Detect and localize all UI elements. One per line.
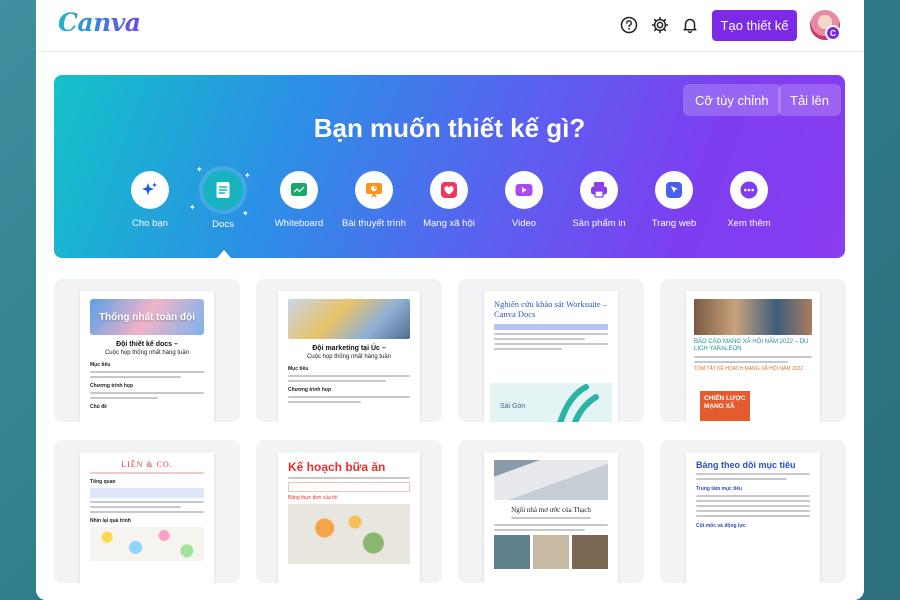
template-illustration: Sài Gòn — [490, 383, 612, 422]
template-section: Chương trình họp — [90, 383, 133, 389]
printer-icon — [580, 171, 618, 209]
docs-icon — [203, 170, 243, 210]
presentation-icon — [355, 171, 393, 209]
template-footer-text: Sài Gòn — [500, 403, 526, 410]
template-banner-title: Thống nhất toàn đội — [98, 311, 196, 323]
template-subtitle: Cuộc họp thống nhất hàng tuần — [306, 354, 392, 360]
template-subtitle: TÓM TẮT KẾ HOẠCH MẠNG XÃ HỘI NĂM 2022 — [694, 366, 804, 372]
category-video[interactable]: Video — [486, 171, 562, 231]
template-card[interactable]: BÁO CÁO MẠNG XÃ HỘI NĂM 2022 – DU LỊCH Y… — [660, 279, 846, 422]
notifications-bell-icon[interactable] — [679, 14, 701, 36]
template-preview: Nghiên cứu khảo sát Worksuite – Canva Do… — [484, 291, 618, 422]
template-heading: BÁO CÁO MẠNG XÃ HỘI NĂM 2022 – DU LỊCH Y… — [694, 339, 809, 352]
category-see-more[interactable]: Xem thêm — [711, 171, 787, 231]
template-section: Tổng quan — [90, 479, 116, 485]
hero-title: Bạn muốn thiết kế gì? — [313, 113, 586, 143]
goal-table — [696, 495, 810, 517]
category-label: Video — [511, 218, 537, 229]
category-presentation[interactable]: Bài thuyết trình — [336, 171, 412, 231]
help-icon[interactable] — [618, 14, 640, 36]
template-section: Mục tiêu — [90, 362, 111, 368]
category-website[interactable]: Trang web — [636, 171, 712, 231]
video-icon — [505, 171, 543, 209]
template-preview: Bảng theo dõi mục tiêu Trung tâm mục tiê… — [686, 452, 820, 583]
active-category-caret — [217, 250, 231, 258]
category-label: Docs — [212, 219, 234, 230]
category-for-you[interactable]: Cho bạn — [112, 171, 188, 231]
template-heading: Ngôi nhà mơ ước của Thạch — [511, 506, 591, 514]
template-section: Mục tiêu — [288, 366, 309, 372]
template-preview: Thống nhất toàn đội Đội thiết kế docs – … — [80, 291, 214, 422]
template-subtitle: Cuộc họp thống nhất hàng tuần — [104, 350, 190, 356]
category-label: Trang web — [651, 218, 697, 229]
template-section: Chủ đề — [90, 404, 107, 410]
photo-grid — [494, 535, 608, 569]
template-preview: Đội marketing tại Úc – Cuộc họp thống nh… — [278, 291, 420, 422]
template-heading: Kế hoạch bữa ăn — [288, 460, 386, 474]
food-photo — [288, 504, 410, 564]
template-heading: LIÊN & CO. — [121, 460, 173, 469]
template-preview: Kế hoạch bữa ăn Bảng thực đơn của tôi — [278, 452, 420, 583]
house-photo — [494, 460, 608, 500]
template-preview: BÁO CÁO MẠNG XÃ HỘI NĂM 2022 – DU LỊCH Y… — [686, 291, 820, 422]
category-label: Whiteboard — [274, 218, 324, 229]
canva-window: Canva Tạo thiết kế C Cỡ tùy chỉnh Tải lê… — [36, 0, 864, 600]
template-section: Bảng thực đơn của tôi — [288, 495, 338, 501]
template-card[interactable]: Thống nhất toàn đội Đội thiết kế docs – … — [54, 279, 240, 422]
template-preview: Ngôi nhà mơ ước của Thạch — [484, 452, 618, 583]
template-card[interactable]: Đội marketing tại Úc – Cuộc họp thống nh… — [256, 279, 442, 422]
cursor-icon — [655, 171, 693, 209]
top-header: Canva Tạo thiết kế C — [36, 0, 864, 52]
template-heading: Đội thiết kế docs – — [116, 341, 178, 348]
template-section: Nhìn lại quá trình — [90, 518, 131, 524]
template-card[interactable]: Ngôi nhà mơ ước của Thạch — [458, 440, 644, 583]
whiteboard-icon — [280, 171, 318, 209]
settings-gear-icon[interactable] — [649, 14, 671, 36]
team-photo — [288, 299, 410, 339]
template-card[interactable]: Nghiên cứu khảo sát Worksuite – Canva Do… — [458, 279, 644, 422]
category-label: Cho bạn — [132, 218, 168, 229]
upload-button[interactable]: Tải lên — [778, 84, 842, 116]
heart-icon — [430, 171, 468, 209]
template-section: Cột mốc và động lực — [696, 523, 746, 529]
category-whiteboard[interactable]: Whiteboard — [261, 171, 337, 231]
template-card[interactable]: LIÊN & CO. Tổng quan Nhìn lại quá trình — [54, 440, 240, 583]
category-label: Sản phẩm in — [572, 218, 626, 229]
template-heading: Nghiên cứu khảo sát Worksuite – Canva Do… — [494, 299, 608, 319]
sticky-notes-board — [90, 527, 204, 561]
custom-size-button[interactable]: Cỡ tùy chỉnh — [683, 84, 781, 116]
create-design-button[interactable]: Tạo thiết kế — [712, 10, 797, 41]
template-card[interactable]: Bảng theo dõi mục tiêu Trung tâm mục tiê… — [660, 440, 846, 583]
template-section: Trung tâm mục tiêu — [696, 486, 743, 492]
template-highlight — [90, 488, 204, 498]
more-icon — [730, 171, 768, 209]
template-badge: CHIẾN LƯỢC MẠNG XÃ — [700, 391, 750, 421]
template-banner: Thống nhất toàn đội — [90, 299, 204, 335]
category-print-products[interactable]: Sản phẩm in — [561, 171, 637, 231]
template-note-box — [288, 482, 410, 492]
category-docs[interactable]: Docs — [185, 170, 261, 232]
template-section: Chương trình họp — [288, 387, 331, 393]
template-highlight — [494, 324, 608, 330]
template-heading: Bảng theo dõi mục tiêu — [696, 460, 796, 470]
sparkles-icon — [131, 171, 169, 209]
template-card[interactable]: Kế hoạch bữa ăn Bảng thực đơn của tôi — [256, 440, 442, 583]
travel-photos — [694, 299, 812, 335]
category-social-media[interactable]: Mạng xã hội — [411, 171, 487, 231]
design-hero-banner: Cỡ tùy chỉnh Tải lên Bạn muốn thiết kế g… — [54, 75, 845, 258]
template-heading: Đội marketing tại Úc – — [312, 345, 386, 352]
category-label: Xem thêm — [727, 218, 771, 229]
category-label: Mạng xã hội — [423, 218, 475, 229]
template-preview: LIÊN & CO. Tổng quan Nhìn lại quá trình — [80, 452, 214, 583]
canva-logo[interactable]: Canva — [58, 8, 141, 37]
team-badge: C — [825, 25, 841, 41]
category-label: Bài thuyết trình — [342, 218, 406, 229]
